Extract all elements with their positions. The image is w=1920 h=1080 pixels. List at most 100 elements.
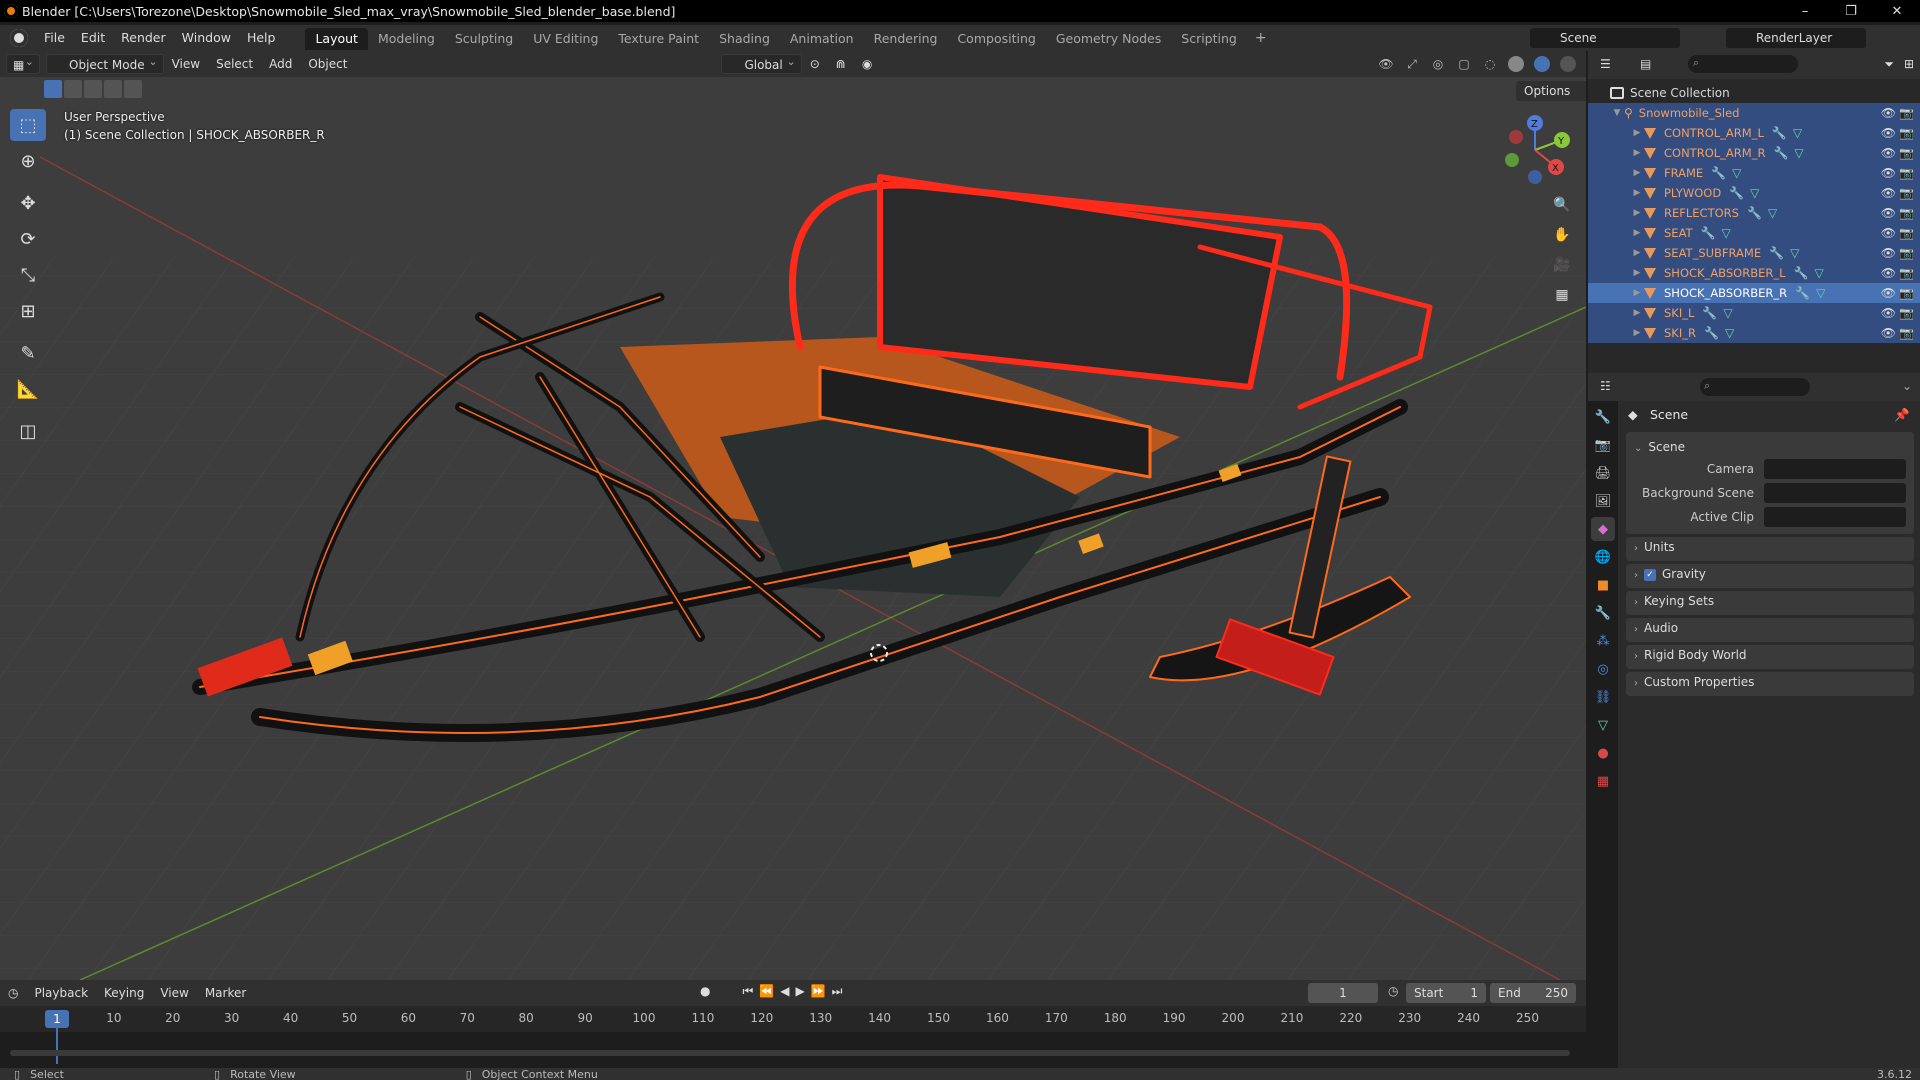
world-tab-icon[interactable]: 🌐 [1591, 545, 1615, 569]
tab-uv-editing[interactable]: UV Editing [523, 28, 608, 50]
camera-icon[interactable]: 📷 [1899, 266, 1914, 280]
move-tool-icon[interactable]: ✥ [10, 187, 46, 219]
tab-compositing[interactable]: Compositing [947, 28, 1045, 50]
zoom-icon[interactable]: 🔍 [1550, 193, 1574, 217]
render-tab-icon[interactable]: 📷 [1591, 433, 1615, 457]
menu-select[interactable]: Select [208, 57, 261, 71]
select-intersect-icon[interactable] [124, 80, 142, 98]
camera-icon[interactable]: 📷 [1899, 306, 1914, 320]
maximize-button[interactable]: ❐ [1828, 0, 1874, 22]
3d-viewport[interactable]: User Perspective (1) Scene Collection | … [0, 77, 1586, 980]
collapsed-panel[interactable]: › Keying Sets [1626, 591, 1914, 615]
chevron-right-icon[interactable]: ▶ [1630, 248, 1644, 258]
timeline-scrollbar[interactable] [10, 1050, 1570, 1056]
scene-tab-icon[interactable]: ◆ [1591, 517, 1615, 541]
menu-view[interactable]: View [164, 57, 208, 71]
eye-icon[interactable]: 👁 [1881, 266, 1896, 280]
eye-icon[interactable]: 👁 [1881, 166, 1896, 180]
camera-icon[interactable]: 📷 [1899, 166, 1914, 180]
tab-texture-paint[interactable]: Texture Paint [608, 28, 709, 50]
chevron-right-icon[interactable]: ▶ [1630, 208, 1644, 218]
add-cube-tool-icon[interactable]: ◫ [10, 415, 46, 447]
pivot-icon[interactable]: ⊙ [802, 57, 828, 71]
mesh-data-icon[interactable]: ▽ [1768, 206, 1777, 220]
chevron-right-icon[interactable]: ▶ [1630, 188, 1644, 198]
outliner-object-row[interactable]: ▶ SKI_R 🔧 ▽ 👁 📷 [1588, 323, 1920, 343]
close-button[interactable]: ✕ [1874, 0, 1920, 22]
chevron-right-icon[interactable]: ▶ [1630, 148, 1644, 158]
wrench-icon[interactable]: 🔧 [1729, 186, 1744, 200]
play-reverse-icon[interactable]: ◀ [780, 984, 789, 999]
chevron-right-icon[interactable]: ▶ [1630, 228, 1644, 238]
blender-menu-icon[interactable] [10, 29, 28, 47]
cursor-tool-icon[interactable]: ⊕ [10, 145, 46, 177]
eye-icon[interactable]: 👁 [1881, 326, 1896, 340]
proportional-edit-icon[interactable]: ◉ [854, 57, 880, 71]
record-icon[interactable]: ● [700, 984, 710, 999]
outliner-object-row[interactable]: ▶ REFLECTORS 🔧 ▽ 👁 📷 [1588, 203, 1920, 223]
measure-tool-icon[interactable]: 📐 [10, 373, 46, 405]
select-extend-icon[interactable] [64, 80, 82, 98]
eye-icon[interactable]: 👁 [1881, 246, 1896, 260]
wrench-icon[interactable]: 🔧 [1795, 286, 1810, 300]
filter-icon[interactable]: ⏷ [1884, 57, 1894, 72]
collapsed-panel[interactable]: › Units [1626, 537, 1914, 561]
select-box-tool-icon[interactable]: ⬚ [10, 109, 46, 141]
outliner-object-row[interactable]: ▶ SKI_L 🔧 ▽ 👁 📷 [1588, 303, 1920, 323]
mode-dropdown[interactable]: Object Mode [46, 52, 164, 74]
visibility-icon[interactable]: 👁 [1376, 54, 1396, 74]
wrench-icon[interactable]: 🔧 [1704, 326, 1719, 340]
mesh-data-icon[interactable]: ▽ [1722, 226, 1731, 240]
collapsed-panel[interactable]: › Rigid Body World [1626, 645, 1914, 669]
modifier-tab-icon[interactable]: 🔧 [1591, 601, 1615, 625]
menu-object[interactable]: Object [300, 57, 355, 71]
camera-icon[interactable]: 📷 [1899, 146, 1914, 160]
eye-icon[interactable]: 👁 [1881, 106, 1896, 120]
outliner-object-row[interactable]: ▶ CONTROL_ARM_R 🔧 ▽ 👁 📷 [1588, 143, 1920, 163]
tab-scripting[interactable]: Scripting [1171, 28, 1247, 50]
tab-shading[interactable]: Shading [709, 28, 780, 50]
ortho-grid-icon[interactable]: ▦ [1550, 283, 1574, 307]
eye-icon[interactable]: 👁 [1881, 146, 1896, 160]
mesh-data-icon[interactable]: ▽ [1814, 266, 1823, 280]
mesh-data-icon[interactable]: ▽ [1750, 186, 1759, 200]
mesh-data-icon[interactable]: ▽ [1732, 166, 1741, 180]
next-keyframe-icon[interactable]: ⏩ [811, 984, 826, 999]
mesh-data-icon[interactable]: ▽ [1725, 326, 1734, 340]
texture-tab-icon[interactable]: ▦ [1591, 769, 1615, 793]
menu-marker[interactable]: Marker [197, 986, 254, 1000]
mesh-data-icon[interactable]: ▽ [1790, 246, 1799, 260]
tab-layout[interactable]: Layout [305, 28, 368, 50]
menu-playback[interactable]: Playback [26, 986, 96, 1000]
menu-keying[interactable]: Keying [96, 986, 152, 1000]
outliner-search-input[interactable] [1688, 55, 1798, 73]
snap-icon[interactable]: ⋒ [828, 57, 854, 71]
outliner-object-row[interactable]: ▶ SEAT_SUBFRAME 🔧 ▽ 👁 📷 [1588, 243, 1920, 263]
editor-type-icon[interactable]: ▦ [6, 52, 40, 74]
select-subtract-icon[interactable] [84, 80, 102, 98]
wrench-icon[interactable]: 🔧 [1772, 126, 1787, 140]
minimize-button[interactable]: – [1782, 0, 1828, 22]
output-tab-icon[interactable]: 🖨 [1591, 461, 1615, 485]
outliner-object-row[interactable]: ▶ SHOCK_ABSORBER_R 🔧 ▽ 👁 📷 [1588, 283, 1920, 303]
background-scene-field[interactable] [1764, 483, 1906, 503]
chevron-right-icon[interactable]: ▶ [1630, 168, 1644, 178]
menu-file[interactable]: File [36, 25, 73, 51]
scene-collection-row[interactable]: Scene Collection [1588, 83, 1920, 103]
outliner-editor-icon[interactable]: ☰ [1600, 57, 1611, 71]
mesh-data-icon[interactable]: ▽ [1723, 306, 1732, 320]
material-preview-icon[interactable] [1532, 54, 1552, 74]
chevron-right-icon[interactable]: ▶ [1630, 128, 1644, 138]
eye-icon[interactable]: 👁 [1881, 186, 1896, 200]
select-invert-icon[interactable] [104, 80, 122, 98]
camera-icon[interactable]: 📷 [1899, 286, 1914, 300]
solid-shading-icon[interactable] [1506, 54, 1526, 74]
pan-hand-icon[interactable]: ✋ [1550, 223, 1574, 247]
data-tab-icon[interactable]: ▽ [1591, 713, 1615, 737]
scene-selector[interactable]: Scene [1530, 28, 1680, 48]
tool-tab-icon[interactable]: 🔧 [1591, 405, 1615, 429]
scale-tool-icon[interactable]: ⤡ [10, 259, 46, 291]
menu-help[interactable]: Help [239, 25, 284, 51]
chevron-right-icon[interactable]: ▶ [1630, 288, 1644, 298]
properties-search-input[interactable] [1700, 378, 1810, 396]
